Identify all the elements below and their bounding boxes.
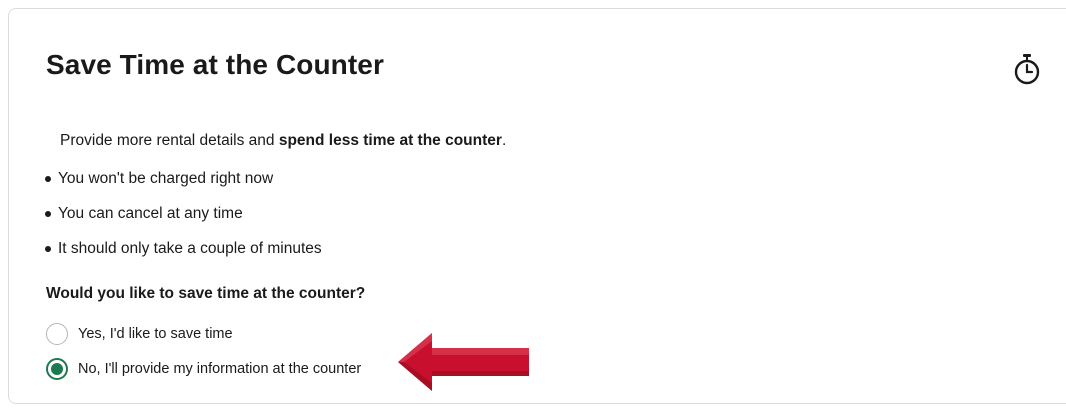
option-yes-save-time[interactable]: Yes, I'd like to save time <box>46 322 233 346</box>
bullet-text: You can cancel at any time <box>58 205 243 222</box>
radio-yes-label[interactable]: Yes, I'd like to save time <box>78 326 233 342</box>
bullet-text: You won't be charged right now <box>58 170 274 187</box>
benefits-list: You won't be charged right now You can c… <box>9 161 322 266</box>
intro-prefix: Provide more rental details and <box>60 132 279 149</box>
annotation-arrow-icon <box>398 333 529 391</box>
list-item: You won't be charged right now <box>9 161 322 196</box>
bullet-dot <box>45 211 51 217</box>
radio-no[interactable] <box>46 358 68 380</box>
intro-bold: spend less time at the counter <box>278 132 502 149</box>
intro-text: Provide more rental details and spend le… <box>60 132 506 150</box>
bullet-text: It should only take a couple of minutes <box>58 240 322 257</box>
list-item: It should only take a couple of minutes <box>9 231 322 266</box>
save-time-card: Save Time at the Counter Provide more re… <box>8 8 1066 404</box>
bullet-dot <box>45 176 51 182</box>
stopwatch-icon <box>1014 54 1040 85</box>
option-no-counter[interactable]: No, I'll provide my information at the c… <box>46 357 361 381</box>
card-title: Save Time at the Counter <box>46 49 384 80</box>
list-item: You can cancel at any time <box>9 196 322 231</box>
bullet-dot <box>45 246 51 252</box>
question-label: Would you like to save time at the count… <box>46 285 366 302</box>
radio-no-label[interactable]: No, I'll provide my information at the c… <box>78 361 361 377</box>
intro-suffix: . <box>501 132 507 149</box>
radio-yes[interactable] <box>46 323 68 345</box>
